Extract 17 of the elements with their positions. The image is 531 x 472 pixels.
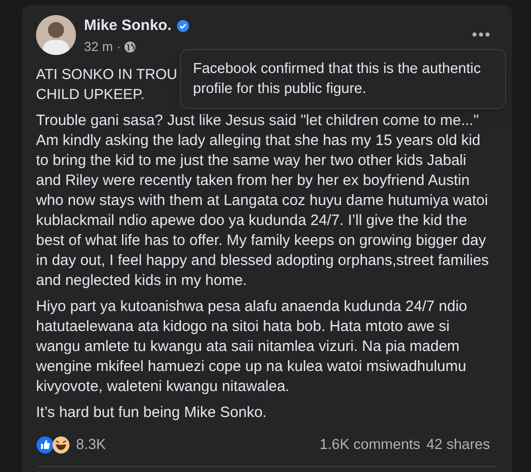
comments-count[interactable]: 1.6K comments xyxy=(320,434,420,456)
globe-icon xyxy=(124,40,136,53)
laugh-reaction-icon[interactable] xyxy=(52,436,70,454)
post-paragraph: Hiyo part ya kutoanishwa pesa alafu anaenda kudunda 24/7 ndio hatutaelewana ata kidogo na sitoi hata bob. Hata mtoto awe si wangu amlete tu kwangu ata saii nitamlea vizuri. Na pia madem wengine mkifeel hamuezi cope up na kulea watoi msiwadhulumu kivyovote, waleteni kwangu nitawalea. xyxy=(36,296,468,396)
post-paragraph: It’s hard but fun being Mike Sonko. xyxy=(36,402,268,422)
reaction-count[interactable]: 8.3K xyxy=(76,434,106,456)
tooltip-text: Facebook confirmed that this is the authentic profile for this public figure. xyxy=(193,60,482,99)
more-options-icon[interactable] xyxy=(472,32,490,37)
post-heading: ATI SONKO IN TROU xyxy=(36,66,178,84)
post-time[interactable]: 32 m · xyxy=(84,37,121,56)
post-heading: CHILD UPKEEP. xyxy=(36,86,145,104)
author-name[interactable]: Mike Sonko. xyxy=(84,16,172,36)
avatar[interactable] xyxy=(36,15,76,55)
like-reaction-icon[interactable] xyxy=(36,436,54,454)
post-paragraph: Trouble gani sasa? Just like Jesus said "let children come to me..." Am kindly asking the lady alleging that she has my 15 years old kid to bring the kid to me just the same way her two other kids Jabali and Riley were recently taken from her by her ex boyfriend Austin who now stays with them at Langata coz huyu dame hutumiya watoi kublackmail ndio apewe doo ya kudunda 24/7. I’ll give the kid the best of what life has to offer. My family keeps on growing bigger day in day out, I feel happy and blessed adopting orphans,street families and neglected kids in my home. xyxy=(36,110,490,290)
verified-badge-icon[interactable] xyxy=(176,20,189,32)
shares-count[interactable]: 42 shares xyxy=(426,434,490,456)
